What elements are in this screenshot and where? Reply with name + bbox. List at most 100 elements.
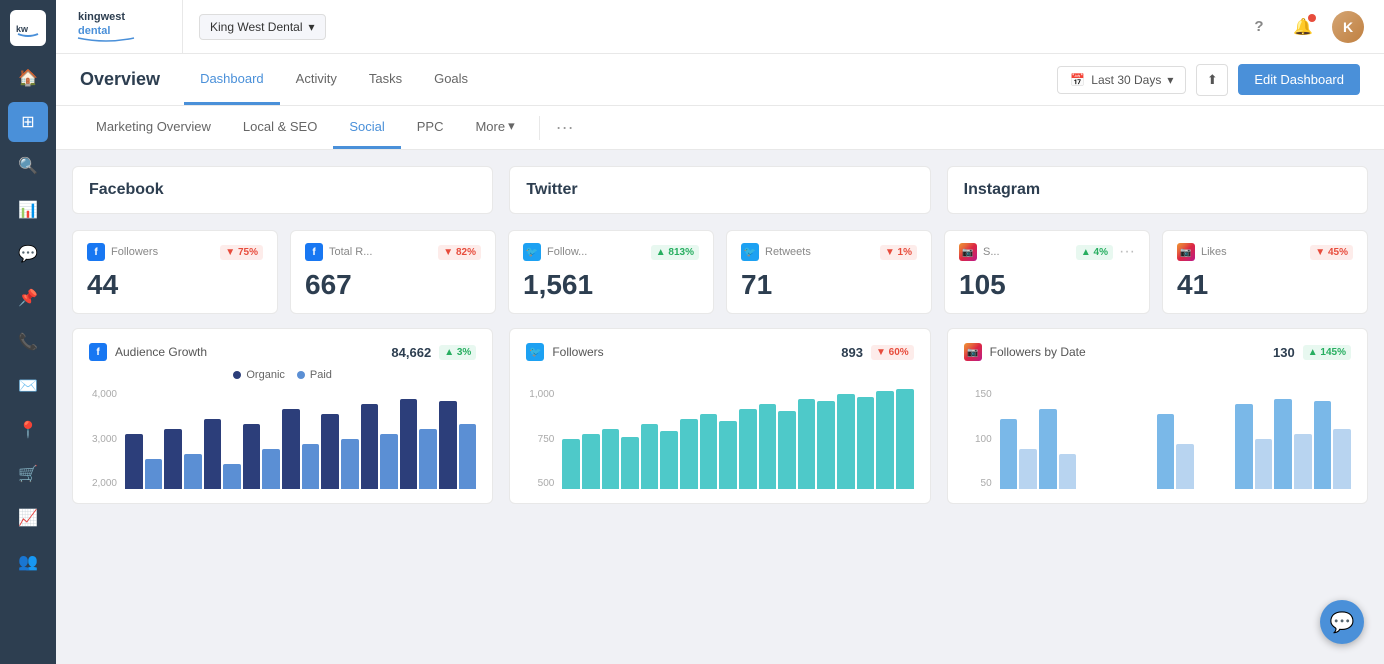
- ig-likes-label: Likes: [1201, 246, 1304, 258]
- avatar-image: K: [1332, 11, 1364, 43]
- bar: [857, 397, 875, 489]
- bar: [896, 389, 914, 489]
- tw-bars: [562, 389, 913, 489]
- fb-followers-value: 44: [87, 269, 263, 301]
- org-dropdown-icon: ▾: [309, 20, 315, 34]
- tw-retweets-value: 71: [741, 269, 917, 301]
- sidebar: kw 🏠 ⊞ 🔍 📊 💬 📌 📞 ✉️ 📍 🛒 📈 👥: [0, 0, 56, 664]
- subnav-tab-marketing[interactable]: Marketing Overview: [80, 106, 227, 149]
- bar: [400, 399, 418, 489]
- tab-tasks[interactable]: Tasks: [353, 54, 418, 105]
- bar: [798, 399, 816, 489]
- bar: [223, 464, 241, 489]
- bar: [1235, 404, 1253, 489]
- tw-y-axis: 1,000 750 500: [526, 389, 558, 489]
- facebook-icon: f: [87, 243, 105, 261]
- metrics-row: f Followers ▼ 75% 44 f Total R... ▼ 82% …: [72, 230, 1368, 314]
- section-titles-row: Facebook Twitter Instagram: [72, 166, 1368, 214]
- sidebar-item-search[interactable]: 🔍: [8, 146, 48, 186]
- bar: [1019, 449, 1037, 489]
- tw-chart-header: 🐦 Followers 893 ▼ 60%: [526, 343, 913, 361]
- main-content: kingwest dental King West Dental ▾ ? 🔔 K: [56, 0, 1384, 664]
- help-button[interactable]: ?: [1244, 12, 1274, 42]
- svg-text:kw: kw: [16, 24, 29, 34]
- bar: [1274, 399, 1292, 489]
- bar: [621, 437, 639, 489]
- tw-chart-icon: 🐦: [526, 343, 544, 361]
- tw-followers-label: Follow...: [547, 246, 645, 258]
- bar: [641, 424, 659, 489]
- twitter-icon: 🐦: [523, 243, 541, 261]
- legend-organic: Organic: [233, 369, 285, 381]
- fb-total-r-badge: ▼ 82%: [438, 245, 481, 260]
- bar: [164, 429, 182, 489]
- fb-total-r-label: Total R...: [329, 246, 432, 258]
- fb-total-r-value: 667: [305, 269, 481, 301]
- ig-dots-button[interactable]: ···: [1119, 243, 1135, 261]
- sidebar-item-chat[interactable]: 💬: [8, 234, 48, 274]
- bar: [759, 404, 777, 489]
- dots-icon: ···: [556, 117, 574, 137]
- sidebar-item-pin[interactable]: 📌: [8, 278, 48, 318]
- fb-chart-title: Audience Growth: [115, 345, 391, 359]
- chat-icon: 💬: [1330, 610, 1355, 635]
- sidebar-item-grid[interactable]: ⊞: [8, 102, 48, 142]
- bar: [1314, 401, 1332, 489]
- tw-followers-card: 🐦 Follow... ▲ 813% 1,561: [508, 230, 714, 314]
- subnav-tab-seo[interactable]: Local & SEO: [227, 106, 333, 149]
- twitter-title: Twitter: [526, 181, 577, 198]
- bar: [282, 409, 300, 489]
- instagram-icon: 📷: [959, 243, 977, 261]
- chart-row: f Audience Growth 84,662 ▲ 3% Organic Pa…: [72, 328, 1368, 504]
- share-button[interactable]: ⬆: [1196, 64, 1228, 96]
- facebook-icon-2: f: [305, 243, 323, 261]
- ig-metric1-value: 105: [959, 269, 1135, 301]
- content-area: Facebook Twitter Instagram f Followers ▼…: [56, 150, 1384, 664]
- date-range-button[interactable]: 📅 Last 30 Days ▾: [1057, 66, 1186, 94]
- org-selector[interactable]: King West Dental ▾: [199, 14, 326, 40]
- bar: [1255, 439, 1273, 489]
- top-navigation: kingwest dental King West Dental ▾ ? 🔔 K: [56, 0, 1384, 54]
- tw-retweets-card: 🐦 Retweets ▼ 1% 71: [726, 230, 932, 314]
- more-chevron-icon: ▾: [508, 118, 515, 134]
- sidebar-item-cart[interactable]: 🛒: [8, 454, 48, 494]
- bar: [1000, 419, 1018, 489]
- sidebar-item-chart[interactable]: 📊: [8, 190, 48, 230]
- bar: [262, 449, 280, 489]
- instagram-title: Instagram: [964, 181, 1040, 198]
- ig-metric1-label: S...: [983, 246, 1070, 258]
- bar: [876, 391, 894, 489]
- legend-organic-dot: [233, 371, 241, 379]
- bar: [562, 439, 580, 489]
- tab-dashboard[interactable]: Dashboard: [184, 54, 280, 105]
- subnav-tab-ppc[interactable]: PPC: [401, 106, 460, 149]
- page-title: Overview: [80, 69, 160, 90]
- edit-dashboard-button[interactable]: Edit Dashboard: [1238, 64, 1360, 95]
- ig-bars: [1000, 389, 1351, 489]
- tab-activity[interactable]: Activity: [280, 54, 353, 105]
- date-range-chevron: ▾: [1167, 73, 1173, 87]
- sidebar-item-phone[interactable]: 📞: [8, 322, 48, 362]
- fb-followers-badge: ▼ 75%: [220, 245, 263, 260]
- subnav-tabs: Marketing Overview Local & SEO Social PP…: [80, 106, 531, 149]
- tw-chart-area: 1,000 750 500: [526, 389, 913, 489]
- avatar[interactable]: K: [1332, 11, 1364, 43]
- sidebar-item-analytics[interactable]: 📈: [8, 498, 48, 538]
- notification-button[interactable]: 🔔: [1288, 12, 1318, 42]
- logo-area: kingwest dental: [76, 0, 183, 53]
- sidebar-item-location[interactable]: 📍: [8, 410, 48, 450]
- org-name: King West Dental: [210, 20, 303, 34]
- subnav-tab-more[interactable]: More ▾: [459, 106, 530, 149]
- ig-likes-badge: ▼ 45%: [1310, 245, 1353, 260]
- legend-paid: Paid: [297, 369, 332, 381]
- bar: [341, 439, 359, 489]
- tab-goals[interactable]: Goals: [418, 54, 484, 105]
- chat-support-button[interactable]: 💬: [1320, 600, 1364, 644]
- sidebar-item-home[interactable]: 🏠: [8, 58, 48, 98]
- notification-dot: [1308, 14, 1316, 22]
- sidebar-item-mail[interactable]: ✉️: [8, 366, 48, 406]
- share-icon: ⬆: [1207, 72, 1218, 88]
- sidebar-item-users[interactable]: 👥: [8, 542, 48, 582]
- subnav-dots-button[interactable]: ···: [548, 117, 582, 138]
- subnav-tab-social[interactable]: Social: [333, 106, 400, 149]
